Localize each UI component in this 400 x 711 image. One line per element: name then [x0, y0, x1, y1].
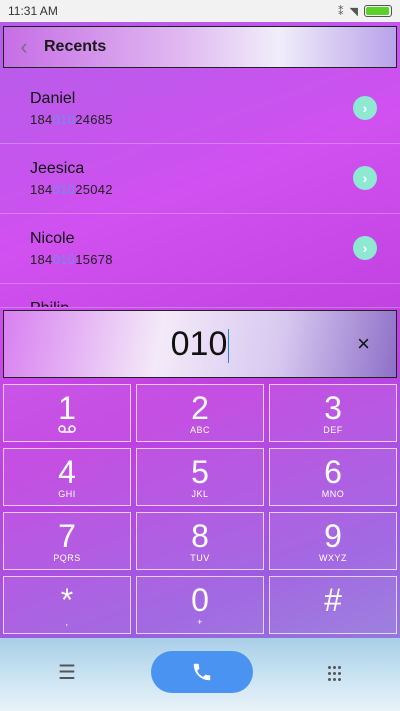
menu-icon[interactable]: ☰ [58, 660, 76, 685]
dial-input[interactable]: 010 × [3, 310, 397, 378]
key-hash[interactable]: # [269, 576, 397, 634]
dial-keypad: 1 2 ABC 3 DEF 4 GHI 5 JKL 6 MNO 7 PQRS 8 TUV 9W… [0, 382, 400, 638]
dial-value: 010 [170, 325, 230, 364]
contact-number: 18401024685 [30, 112, 113, 127]
voicemail-icon [4, 425, 130, 435]
dialpad-icon[interactable] [327, 664, 342, 682]
contact-number: 18401025042 [30, 182, 113, 197]
contact-number: 18401015678 [30, 252, 113, 267]
contact-name: Jeesica [30, 160, 85, 177]
recents-list: Daniel 18401024685 › Jeesica 18401025042… [0, 74, 400, 308]
list-item[interactable]: Daniel 18401024685 › [0, 74, 400, 144]
key-5[interactable]: 5 JKL [136, 448, 264, 506]
key-8[interactable]: 8 TUV [136, 512, 264, 570]
key-6[interactable]: 6 MNO [269, 448, 397, 506]
page-title: Recents [44, 38, 107, 55]
status-time: 11:31 AM [8, 4, 58, 18]
back-icon[interactable]: ‹ [4, 34, 44, 60]
list-item[interactable]: Jeesica 18401025042 › [0, 144, 400, 214]
key-0[interactable]: 0 + [136, 576, 264, 634]
key-4[interactable]: 4 GHI [3, 448, 131, 506]
call-button[interactable] [151, 651, 253, 693]
text-caret [228, 329, 230, 364]
app-header: ‹ Recents [3, 26, 397, 68]
key-2[interactable]: 2 ABC [136, 384, 264, 442]
bottom-bar: ☰ [0, 638, 400, 711]
mute-icon: ⁑ [338, 5, 344, 18]
list-item[interactable]: Nicole 18401015678 › [0, 214, 400, 284]
list-item[interactable]: Philip [0, 284, 400, 308]
chevron-right-icon[interactable]: › [353, 96, 377, 120]
close-icon[interactable]: × [357, 331, 370, 357]
contact-name: Nicole [30, 230, 75, 247]
status-icons: ⁑ ◥ [338, 5, 392, 18]
contact-name: Daniel [30, 90, 76, 107]
status-bar: 11:31 AM ⁑ ◥ [0, 0, 400, 22]
key-9[interactable]: 9 WXYZ [269, 512, 397, 570]
key-7[interactable]: 7 PQRS [3, 512, 131, 570]
contact-name: Philip [30, 300, 69, 307]
key-3[interactable]: 3 DEF [269, 384, 397, 442]
chevron-right-icon[interactable]: › [353, 236, 377, 260]
key-1[interactable]: 1 [3, 384, 131, 442]
battery-icon [364, 5, 392, 17]
phone-icon [193, 663, 211, 681]
wifi-icon: ◥ [349, 5, 358, 18]
key-star[interactable]: *, [3, 576, 131, 634]
chevron-right-icon[interactable]: › [353, 166, 377, 190]
